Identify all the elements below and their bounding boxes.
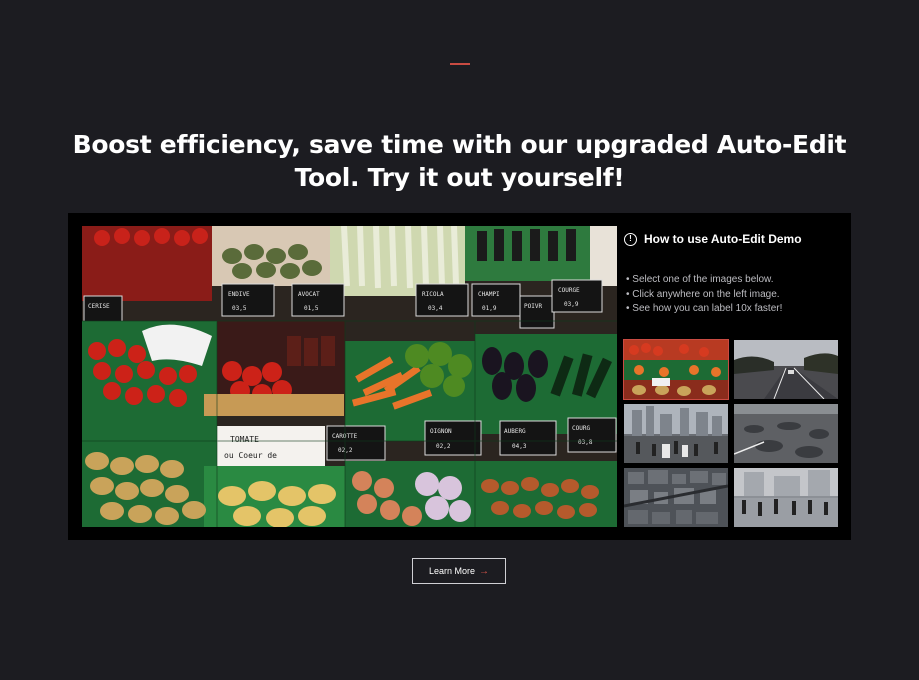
svg-text:COURGE: COURGE: [558, 287, 580, 294]
step-1: Select one of the images below.: [626, 273, 782, 288]
hero-headline: Boost efficiency, save time with our upg…: [72, 130, 847, 192]
demo-instructions-panel: ! How to use Auto-Edit Demo Select one o…: [623, 226, 840, 527]
svg-text:COURG: COURG: [572, 425, 590, 432]
svg-text:CHAMPI: CHAMPI: [478, 291, 500, 298]
pedestrians-thumbnail-image: [734, 468, 838, 527]
svg-text:AUBERG: AUBERG: [504, 428, 526, 435]
svg-text:02,2: 02,2: [436, 443, 451, 450]
howto-title: How to use Auto-Edit Demo: [644, 232, 802, 246]
svg-text:03,8: 03,8: [578, 439, 593, 446]
svg-text:AVOCAT: AVOCAT: [298, 291, 320, 298]
svg-text:04,3: 04,3: [512, 443, 527, 450]
svg-text:01,5: 01,5: [304, 305, 319, 312]
svg-text:POIVR: POIVR: [524, 303, 542, 310]
svg-text:RICOLA: RICOLA: [422, 291, 444, 298]
svg-text:01,9: 01,9: [482, 305, 497, 312]
svg-text:03,5: 03,5: [232, 305, 247, 312]
thumbnail-city-street[interactable]: [624, 404, 728, 463]
thumbnail-market-vegetables[interactable]: [623, 339, 729, 400]
info-icon: !: [624, 232, 637, 246]
svg-text:03,9: 03,9: [564, 301, 579, 308]
svg-text:ENDIVE: ENDIVE: [228, 291, 250, 298]
highway-thumbnail-image: [734, 340, 838, 399]
learn-more-button[interactable]: Learn More →: [412, 558, 506, 584]
accent-divider: [450, 63, 470, 65]
aerial-thumbnail-image: [624, 468, 728, 527]
thumbnail-aerial-city[interactable]: [624, 468, 728, 527]
auto-edit-demo: CERISE ENDIVE AVOCAT RICOLA CHAMPI POIVR CO…: [68, 213, 851, 540]
svg-text:CERISE: CERISE: [88, 303, 110, 310]
arrow-right-icon: →: [479, 565, 490, 577]
step-2: Click anywhere on the left image.: [626, 288, 782, 303]
svg-text:OIGNON: OIGNON: [430, 428, 452, 435]
thumbnail-highway-road[interactable]: [734, 340, 838, 399]
city-thumbnail-image: [624, 404, 728, 463]
learn-more-label: Learn More: [428, 566, 476, 576]
pothole-thumbnail-image: [734, 404, 838, 463]
svg-text:ou Coeur de: ou Coeur de: [224, 451, 277, 460]
thumbnail-potholed-road[interactable]: [734, 404, 838, 463]
step-3: See how you can label 10x faster!: [626, 302, 782, 317]
market-produce-photo: CERISE ENDIVE AVOCAT RICOLA CHAMPI POIVR CO…: [82, 226, 617, 527]
demo-main-image[interactable]: CERISE ENDIVE AVOCAT RICOLA CHAMPI POIVR CO…: [82, 226, 617, 527]
market-thumbnail-image: [624, 340, 728, 399]
svg-text:TOMATE: TOMATE: [230, 435, 259, 444]
thumbnail-pedestrian-square[interactable]: [734, 468, 838, 527]
howto-header: ! How to use Auto-Edit Demo: [624, 232, 802, 246]
thumbnail-grid: [623, 339, 840, 527]
howto-steps: Select one of the images below. Click an…: [626, 273, 782, 317]
svg-text:03,4: 03,4: [428, 305, 443, 312]
